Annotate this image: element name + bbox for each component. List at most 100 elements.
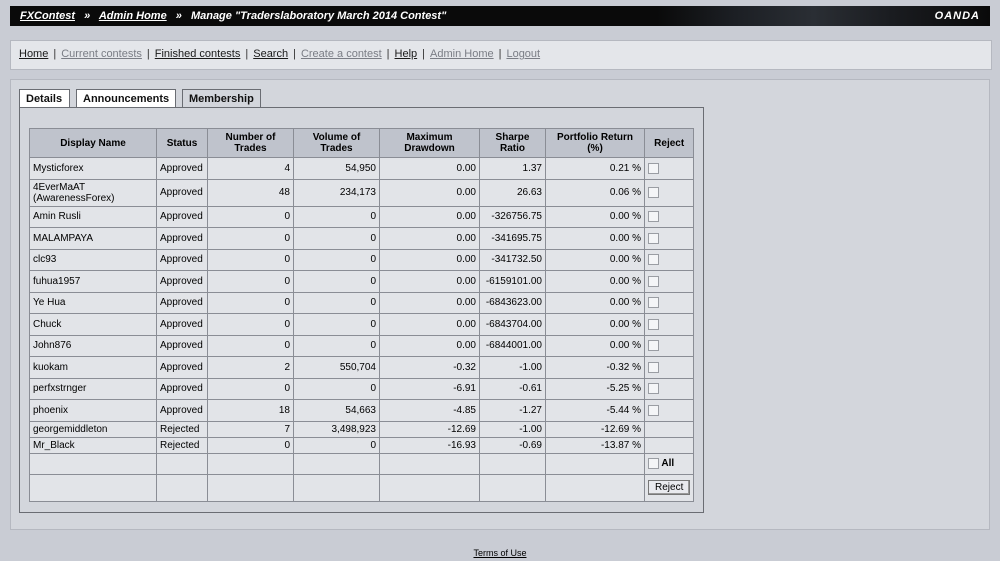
reject-checkbox[interactable] <box>648 211 659 223</box>
status-cell: Rejected <box>156 420 208 438</box>
table-row: kuokam Approved 2 550,704 -0.32 -1.00 -0.32 % <box>29 356 695 379</box>
display-name-cell: fuhua1957 <box>29 270 157 293</box>
drawdown-cell: 0.00 <box>379 227 480 250</box>
reject-cell <box>643 178 695 207</box>
sharpe-ratio-cell: 1.37 <box>479 157 546 180</box>
trades-cell: 18 <box>207 399 294 422</box>
reject-checkbox[interactable] <box>648 162 659 174</box>
portfolio-return-cell: 0.06 % <box>545 178 645 207</box>
empty-cell <box>293 473 380 502</box>
column-header-volume-of-trades: Volume of Trades <box>293 128 380 158</box>
nav-divider: | <box>498 48 502 60</box>
empty-cell <box>293 452 380 475</box>
empty-cell <box>479 452 546 475</box>
trades-cell: 0 <box>207 436 294 454</box>
drawdown-cell: -12.69 <box>379 420 480 438</box>
status-cell: Approved <box>156 205 208 228</box>
nav-divider: | <box>293 48 296 60</box>
column-header-reject: Reject <box>643 128 695 158</box>
breadcrumb-fxcontest-link[interactable]: FXContest <box>20 10 75 22</box>
table-row: MALAMPAYA Approved 0 0 0.00 -341695.75 0.00 % <box>29 227 695 250</box>
status-cell: Approved <box>156 178 208 207</box>
empty-cell <box>545 473 645 502</box>
reject-checkbox[interactable] <box>648 404 659 416</box>
drawdown-cell: 0.00 <box>379 291 480 314</box>
nav-divider: | <box>146 48 150 60</box>
display-name-cell: georgemiddleton <box>29 420 157 438</box>
volume-cell: 0 <box>293 334 380 357</box>
table-row: John876 Approved 0 0 0.00 -6844001.00 0.00 % <box>29 334 695 357</box>
trades-cell: 0 <box>207 313 294 336</box>
tab-details[interactable]: Details <box>19 89 70 107</box>
select-all[interactable]: All <box>648 457 674 469</box>
reject-cell <box>643 420 695 438</box>
display-name-cell: Amin Rusli <box>29 205 157 228</box>
trades-cell: 48 <box>207 178 294 207</box>
reject-cell <box>643 205 695 228</box>
trades-cell: 0 <box>207 270 294 293</box>
reject-checkbox[interactable] <box>648 340 659 352</box>
trades-cell: 7 <box>207 420 294 438</box>
portfolio-return-cell: -13.87 % <box>545 436 645 454</box>
nav-admin-home-link[interactable]: Admin Home <box>430 48 494 60</box>
display-name-cell: Mysticforex <box>29 157 157 180</box>
table-action-row: Reject <box>29 473 695 502</box>
reject-checkbox[interactable] <box>648 232 659 244</box>
sharpe-ratio-cell: -0.69 <box>479 436 546 454</box>
reject-checkbox[interactable] <box>648 254 659 266</box>
nav-logout-link[interactable]: Logout <box>506 48 540 60</box>
portfolio-return-cell: 0.21 % <box>545 157 645 180</box>
reject-checkbox[interactable] <box>648 186 659 198</box>
drawdown-cell: 0.00 <box>379 313 480 336</box>
drawdown-cell: 0.00 <box>379 248 480 271</box>
drawdown-cell: -0.32 <box>379 356 480 379</box>
portfolio-return-cell: 0.00 % <box>545 270 645 293</box>
table-header-row: Display Name Status Number of Trades Vol… <box>29 128 695 158</box>
portfolio-return-cell: -5.25 % <box>545 377 645 400</box>
main-panel: Details Announcements Membership Display… <box>10 79 990 530</box>
reject-cell <box>643 291 695 314</box>
display-name-cell: Chuck <box>29 313 157 336</box>
oanda-logo: OANDA <box>934 10 980 22</box>
portfolio-return-cell: 0.00 % <box>545 334 645 357</box>
display-name-cell: perfxstrnger <box>29 377 157 400</box>
tab-announcements[interactable]: Announcements <box>76 89 176 107</box>
nav-divider: | <box>422 48 426 60</box>
tab-membership[interactable]: Membership <box>182 89 261 109</box>
breadcrumb-admin-home-link[interactable]: Admin Home <box>99 10 167 22</box>
nav-finished-contests-link[interactable]: Finished contests <box>155 48 241 60</box>
volume-cell: 0 <box>293 248 380 271</box>
volume-cell: 0 <box>293 270 380 293</box>
empty-cell <box>379 473 480 502</box>
select-all-checkbox[interactable] <box>648 457 659 469</box>
terms-of-use-link[interactable]: Terms of Use <box>473 548 526 558</box>
nav-current-contests-link[interactable]: Current contests <box>61 48 142 60</box>
column-header-number-of-trades: Number of Trades <box>207 128 294 158</box>
breadcrumb-separator: » <box>175 10 182 22</box>
column-header-portfolio-return: Portfolio Return (%) <box>545 128 645 158</box>
trades-cell: 0 <box>207 248 294 271</box>
reject-checkbox[interactable] <box>648 297 659 309</box>
reject-checkbox[interactable] <box>648 361 659 373</box>
empty-cell <box>379 452 480 475</box>
nav-home-link[interactable]: Home <box>19 48 48 60</box>
volume-cell: 0 <box>293 291 380 314</box>
nav-search-link[interactable]: Search <box>253 48 288 60</box>
nav-help-link[interactable]: Help <box>395 48 418 60</box>
reject-checkbox[interactable] <box>648 383 659 395</box>
reject-checkbox[interactable] <box>648 318 659 330</box>
reject-checkbox[interactable] <box>648 275 659 287</box>
table-row: Chuck Approved 0 0 0.00 -6843704.00 0.00 % <box>29 313 695 336</box>
drawdown-cell: 0.00 <box>379 270 480 293</box>
sharpe-ratio-cell: -0.61 <box>479 377 546 400</box>
table-row: perfxstrnger Approved 0 0 -6.91 -0.61 -5.25 % <box>29 377 695 400</box>
display-name-cell: John876 <box>29 334 157 357</box>
breadcrumb-separator: » <box>84 10 91 22</box>
portfolio-return-cell: -5.44 % <box>545 399 645 422</box>
sharpe-ratio-cell: -1.00 <box>479 420 546 438</box>
membership-table: Display Name Status Number of Trades Vol… <box>29 128 695 502</box>
sharpe-ratio-cell: -6843623.00 <box>479 291 546 314</box>
reject-button[interactable]: Reject <box>648 480 691 495</box>
nav-create-contest-link[interactable]: Create a contest <box>301 48 382 60</box>
reject-cell <box>643 436 695 454</box>
